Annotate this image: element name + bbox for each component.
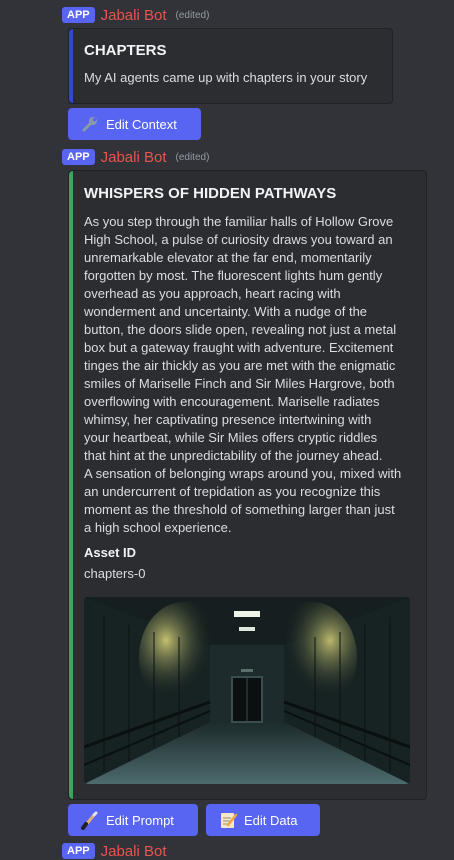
description-line: your heartbeat, while Sir Miles offers c… bbox=[84, 430, 378, 445]
description-line: forgotten by most. The fluorescent light… bbox=[84, 268, 383, 283]
description-line: that hint at the unpredictability of the… bbox=[84, 448, 383, 463]
description-line: overflowing with encouragement. Marisell… bbox=[84, 394, 380, 409]
description-line: an undercurrent of trepidation as you re… bbox=[84, 484, 381, 499]
embed-accent-bar bbox=[69, 171, 73, 799]
description-line: High School, a pulse of curiosity draws … bbox=[84, 232, 393, 247]
description-line: overhead as you approach, heart racing w… bbox=[84, 286, 341, 301]
embed-description: My AI agents came up with chapters in yo… bbox=[84, 70, 368, 85]
edit-prompt-button[interactable]: Edit Prompt bbox=[68, 804, 198, 836]
message-header: APP Jabali Bot (edited) bbox=[62, 149, 210, 166]
description-line: a high school experience. bbox=[84, 520, 232, 535]
description-line: box but a gateway fraught with adventure… bbox=[84, 340, 394, 355]
wrench-icon bbox=[80, 114, 100, 134]
paintbrush-icon bbox=[80, 810, 100, 830]
description-line: tinges the air thickly as you are met wi… bbox=[84, 358, 396, 373]
description-line: whimsy, her captivating presence intertw… bbox=[84, 412, 372, 427]
app-badge: APP bbox=[62, 149, 95, 165]
button-label: Edit Prompt bbox=[106, 812, 174, 828]
app-badge: APP bbox=[62, 7, 95, 23]
embed-image[interactable] bbox=[84, 597, 410, 784]
description-line: As you step through the familiar halls o… bbox=[84, 214, 394, 229]
edited-label: (edited) bbox=[175, 9, 210, 21]
field-name: Asset ID bbox=[84, 545, 137, 560]
app-badge: APP bbox=[62, 843, 95, 859]
edited-label: (edited) bbox=[175, 151, 210, 163]
embed-description: As you step through the familiar halls o… bbox=[84, 213, 419, 537]
button-label: Edit Data bbox=[244, 812, 298, 828]
field-value: chapters-0 bbox=[84, 566, 146, 581]
embed-title: WHISPERS OF HIDDEN PATHWAYS bbox=[84, 185, 337, 202]
author-name[interactable]: Jabali Bot bbox=[101, 843, 167, 860]
description-line: unremarkable elevator at the far end, mo… bbox=[84, 250, 372, 265]
author-name[interactable]: Jabali Bot bbox=[101, 149, 167, 166]
description-line: wonderment and uncertainty. With a nudge… bbox=[84, 304, 368, 319]
description-line: smiles of Mariselle Finch and Sir Miles … bbox=[84, 376, 395, 391]
description-line: A sensation of belonging wraps around yo… bbox=[84, 466, 402, 481]
description-line: button, the doors slide open, revealing … bbox=[84, 322, 397, 337]
message-header: APP Jabali Bot bbox=[62, 843, 176, 860]
author-name[interactable]: Jabali Bot bbox=[101, 7, 167, 24]
chapters-embed: CHAPTERS My AI agents came up with chapt… bbox=[68, 28, 393, 104]
edit-context-button[interactable]: Edit Context bbox=[68, 108, 201, 140]
button-label: Edit Context bbox=[106, 116, 177, 132]
edit-data-button[interactable]: Edit Data bbox=[206, 804, 320, 836]
message-header: APP Jabali Bot (edited) bbox=[62, 7, 210, 24]
description-line: moment as the threshold of something lar… bbox=[84, 502, 395, 517]
embed-accent-bar bbox=[69, 29, 73, 103]
embed-title: CHAPTERS bbox=[84, 42, 167, 59]
memo-icon bbox=[218, 810, 238, 830]
